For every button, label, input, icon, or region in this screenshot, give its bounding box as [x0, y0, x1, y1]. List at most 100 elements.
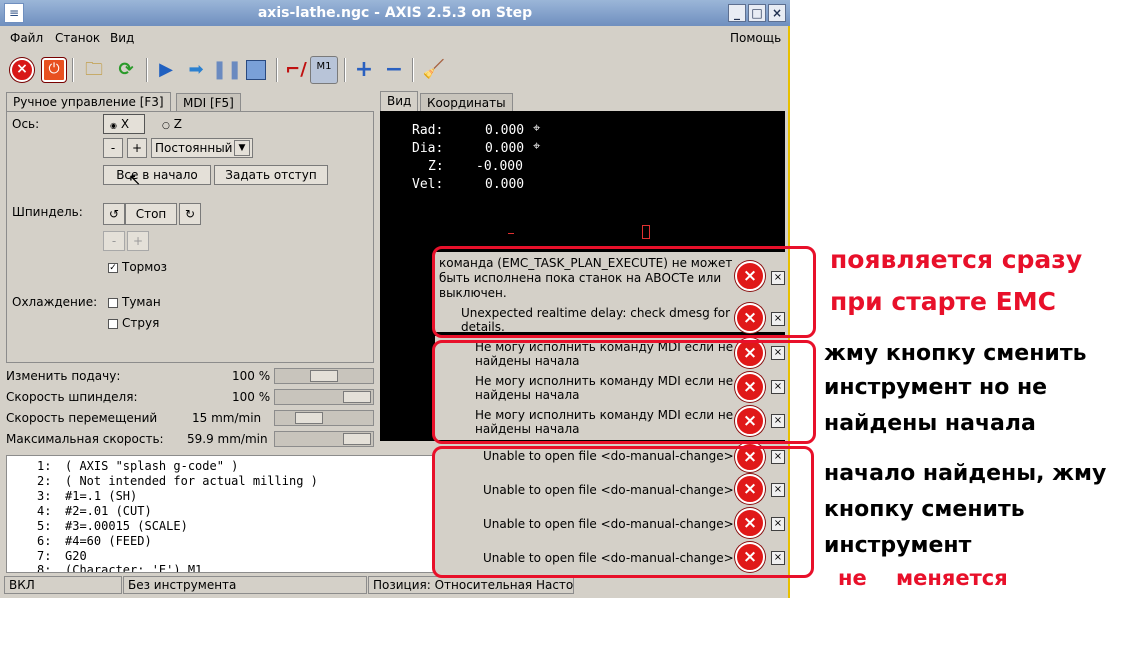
- spindle-speed-label: Скорость шпинделя:: [6, 390, 138, 404]
- annotation-box-toolchange: [432, 446, 814, 578]
- feed-override-value: 100 %: [232, 369, 271, 383]
- clear-plot-icon[interactable]: 🧹: [420, 56, 448, 84]
- power-icon[interactable]: ⏻: [40, 56, 68, 84]
- spindle-plus-button[interactable]: +: [127, 231, 149, 251]
- brake-checkbox[interactable]: ✓ Тормоз: [108, 260, 167, 274]
- slider-thumb[interactable]: [343, 433, 371, 445]
- path-marker-icon: [508, 233, 514, 241]
- flood-checkbox[interactable]: Струя: [108, 316, 159, 330]
- block-delete-icon[interactable]: ⌐/: [282, 56, 310, 84]
- home-all-button[interactable]: Все в начало: [103, 165, 211, 185]
- stop-icon[interactable]: [242, 56, 270, 84]
- axis-z-radio[interactable]: ○ Z: [162, 117, 182, 131]
- menu-file[interactable]: Файл: [10, 26, 43, 50]
- feed-override-label: Изменить подачу:: [6, 369, 121, 383]
- title-bar[interactable]: axis-lathe.ngc - AXIS 2.5.3 on Step: [0, 0, 790, 26]
- chevron-down-icon: ▼: [234, 140, 250, 156]
- annotation-startup-line1: появляется сразу: [830, 245, 1083, 274]
- app-menu-icon[interactable]: ≡: [4, 3, 24, 23]
- annotation-toolchange-line3: инструмент: [824, 533, 972, 558]
- axis-label: Ось:: [12, 117, 40, 131]
- spindle-ccw-icon[interactable]: ↺: [103, 203, 125, 225]
- jog-minus-button[interactable]: -: [103, 138, 123, 158]
- annotation-box-startup: [432, 246, 816, 338]
- mouse-cursor-icon: ↖: [128, 170, 142, 189]
- jog-mode-select[interactable]: Постоянный ▼: [151, 138, 253, 158]
- zoom-in-icon[interactable]: +: [350, 56, 378, 84]
- axis-x-radio[interactable]: ◉ X: [103, 114, 145, 134]
- annotation-mdi-line3: найдены начала: [824, 411, 1036, 436]
- annotation-mdi-line1: жму кнопку сменить: [824, 341, 1087, 366]
- gcode-listing[interactable]: 1: ( AXIS "splash g-code" ) 2: ( Not int…: [6, 455, 436, 573]
- dro-vel-label: Vel:: [412, 177, 444, 192]
- menu-machine[interactable]: Станок: [55, 26, 100, 50]
- pause-icon[interactable]: ❚❚: [212, 56, 242, 84]
- code-line-number: 5:: [37, 519, 52, 533]
- close-button[interactable]: ×: [768, 4, 786, 22]
- tool-marker-icon: [642, 225, 650, 239]
- maximize-button[interactable]: □: [748, 4, 766, 22]
- optional-stop-icon[interactable]: M1: [310, 56, 338, 84]
- mist-checkbox[interactable]: Туман: [108, 295, 161, 309]
- annotation-mdi-line2: инструмент но не: [824, 375, 1048, 400]
- touch-off-button[interactable]: Задать отступ: [214, 165, 328, 185]
- dro-z-value: -0.000: [476, 159, 523, 174]
- dro-rad-label: Rad:: [412, 123, 444, 138]
- slider-thumb[interactable]: [295, 412, 323, 424]
- code-line-text: (Character: 'E') M1: [65, 563, 203, 572]
- axis-x-label: X: [120, 117, 130, 131]
- code-line-number: 2:: [37, 474, 52, 488]
- optional-stop-label: M1: [316, 61, 332, 72]
- dro-dia-value: 0.000: [485, 141, 525, 156]
- slider-thumb[interactable]: [343, 391, 371, 403]
- coolant-label: Охлаждение:: [12, 295, 98, 309]
- code-line-number: 7:: [37, 549, 52, 563]
- code-line-number: 6:: [37, 534, 52, 548]
- run-icon[interactable]: ▶: [152, 56, 180, 84]
- tab-preview[interactable]: Вид: [380, 91, 419, 111]
- status-tool: Без инструмента: [123, 576, 367, 594]
- homed-indicator-icon: ⌖: [533, 139, 541, 154]
- annotation-toolchange-line2: кнопку сменить: [824, 497, 1025, 522]
- open-file-icon[interactable]: 🗀: [80, 56, 108, 84]
- spindle-speed-value: 100 %: [232, 390, 271, 404]
- spindle-speed-slider[interactable]: [274, 389, 374, 405]
- jog-plus-button[interactable]: +: [127, 138, 147, 158]
- menu-view[interactable]: Вид: [110, 26, 134, 50]
- status-machine-state: ВКЛ: [4, 576, 122, 594]
- max-velocity-label: Максимальная скорость:: [6, 432, 164, 446]
- jog-speed-label: Скорость перемещений: [6, 411, 158, 425]
- estop-icon[interactable]: ×: [8, 56, 36, 84]
- code-line-number: 4:: [37, 504, 52, 518]
- tab-dro[interactable]: Координаты: [420, 93, 513, 113]
- brake-label: Тормоз: [122, 260, 168, 274]
- code-line-text: #2=.01 (CUT): [65, 504, 152, 518]
- spindle-cw-icon[interactable]: ↻: [179, 203, 201, 225]
- code-line-text: #3=.00015 (SCALE): [65, 519, 188, 533]
- menu-bar: Файл Станок Вид Помощь: [0, 26, 790, 50]
- feed-override-slider[interactable]: [274, 368, 374, 384]
- reload-icon[interactable]: ⟳: [112, 56, 140, 84]
- slider-thumb[interactable]: [310, 370, 338, 382]
- flood-label: Струя: [122, 316, 160, 330]
- jog-mode-value: Постоянный: [155, 141, 233, 155]
- annotation-toolchange-line1: начало найдены, жму: [824, 461, 1107, 486]
- homed-indicator-icon: ⌖: [533, 121, 541, 136]
- code-line-text: #4=60 (FEED): [65, 534, 152, 548]
- tab-manual[interactable]: Ручное управление [F3]: [6, 92, 171, 112]
- dro-z-label: Z:: [428, 159, 444, 174]
- jog-speed-slider[interactable]: [274, 410, 374, 426]
- minimize-button[interactable]: _: [728, 4, 746, 22]
- code-line-text: #1=.1 (SH): [65, 489, 138, 503]
- axis-z-label: Z: [173, 117, 182, 131]
- zoom-out-icon[interactable]: −: [380, 56, 408, 84]
- max-velocity-slider[interactable]: [274, 431, 374, 447]
- tab-mdi[interactable]: MDI [F5]: [176, 93, 241, 113]
- step-icon[interactable]: ➡: [182, 56, 210, 84]
- code-line-number: 3:: [37, 489, 52, 503]
- spindle-minus-button[interactable]: -: [103, 231, 125, 251]
- code-line-text: G20: [65, 549, 87, 563]
- code-line-text: ( AXIS "splash g-code" ): [65, 459, 239, 473]
- spindle-stop-button[interactable]: Стоп: [125, 203, 177, 225]
- menu-help[interactable]: Помощь: [730, 26, 781, 50]
